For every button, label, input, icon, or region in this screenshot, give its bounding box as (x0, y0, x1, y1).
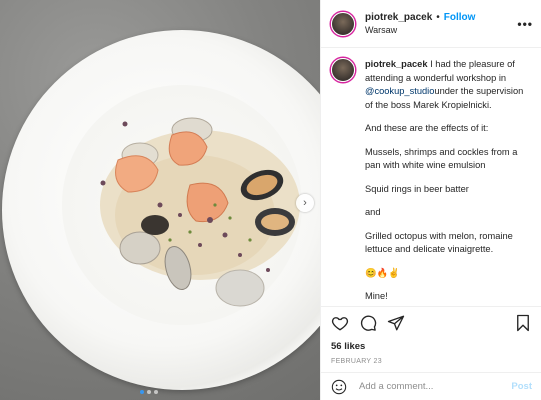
carousel-dot (147, 390, 151, 394)
comment-bar: Post (321, 372, 541, 400)
post-header: piotrek_pacek • Follow Warsaw ••• (321, 0, 541, 48)
caption-paragraph: Grilled octopus with melon, romaine lett… (365, 230, 513, 255)
carousel-indicators (140, 390, 158, 394)
post-comment-button[interactable]: Post (511, 381, 532, 392)
caption-emojis: 😊🔥✌ (365, 267, 400, 278)
carousel-dot (140, 390, 144, 394)
avatar[interactable] (331, 58, 355, 82)
chevron-right-icon: › (303, 197, 307, 209)
header-username[interactable]: piotrek_pacek (365, 11, 432, 24)
likes-count[interactable]: 56 likes (331, 341, 532, 352)
caption-username[interactable]: piotrek_pacek (365, 59, 428, 69)
post-image[interactable]: › (0, 0, 320, 400)
action-icons (331, 313, 532, 333)
header-text: piotrek_pacek • Follow Warsaw (365, 11, 517, 37)
separator: • (436, 11, 440, 23)
paper-plane-icon[interactable] (387, 314, 405, 332)
caption-intro: piotrek_pacek I had the pleasure of atte… (365, 58, 533, 112)
post-date[interactable]: FEBRUARY 23 (331, 358, 532, 365)
instagram-post: › piotrek_pacek • Follow Warsaw ••• piot… (0, 0, 541, 400)
smiley-icon[interactable] (331, 379, 347, 395)
heart-icon[interactable] (331, 314, 349, 332)
caption-body: piotrek_pacek I had the pleasure of atte… (365, 58, 533, 303)
comment-input[interactable] (359, 381, 512, 392)
food-illustration (100, 117, 300, 307)
post-sidebar: piotrek_pacek • Follow Warsaw ••• piotre… (320, 0, 541, 400)
caption-paragraph: and (365, 207, 381, 217)
carousel-dot (154, 390, 158, 394)
next-slide-button[interactable]: › (296, 194, 314, 212)
mention-link[interactable]: @cookup_studio (365, 86, 434, 96)
comment-icon[interactable] (359, 314, 377, 332)
avatar[interactable] (331, 11, 355, 36)
action-section: 56 likes FEBRUARY 23 (321, 306, 541, 365)
caption-paragraph: Mine! (365, 291, 388, 301)
follow-button[interactable]: Follow (444, 11, 476, 24)
caption-paragraph: Squid rings in beer batter (365, 183, 469, 194)
caption-paragraph: Mussels, shrimps and cockles from a pan … (365, 146, 518, 171)
caption-paragraph: And these are the effects of it: (365, 123, 489, 133)
location-link[interactable]: Warsaw (365, 24, 517, 37)
bookmark-icon[interactable] (514, 314, 532, 332)
more-horizontal-icon[interactable]: ••• (517, 17, 533, 31)
caption: piotrek_pacek I had the pleasure of atte… (321, 48, 541, 303)
